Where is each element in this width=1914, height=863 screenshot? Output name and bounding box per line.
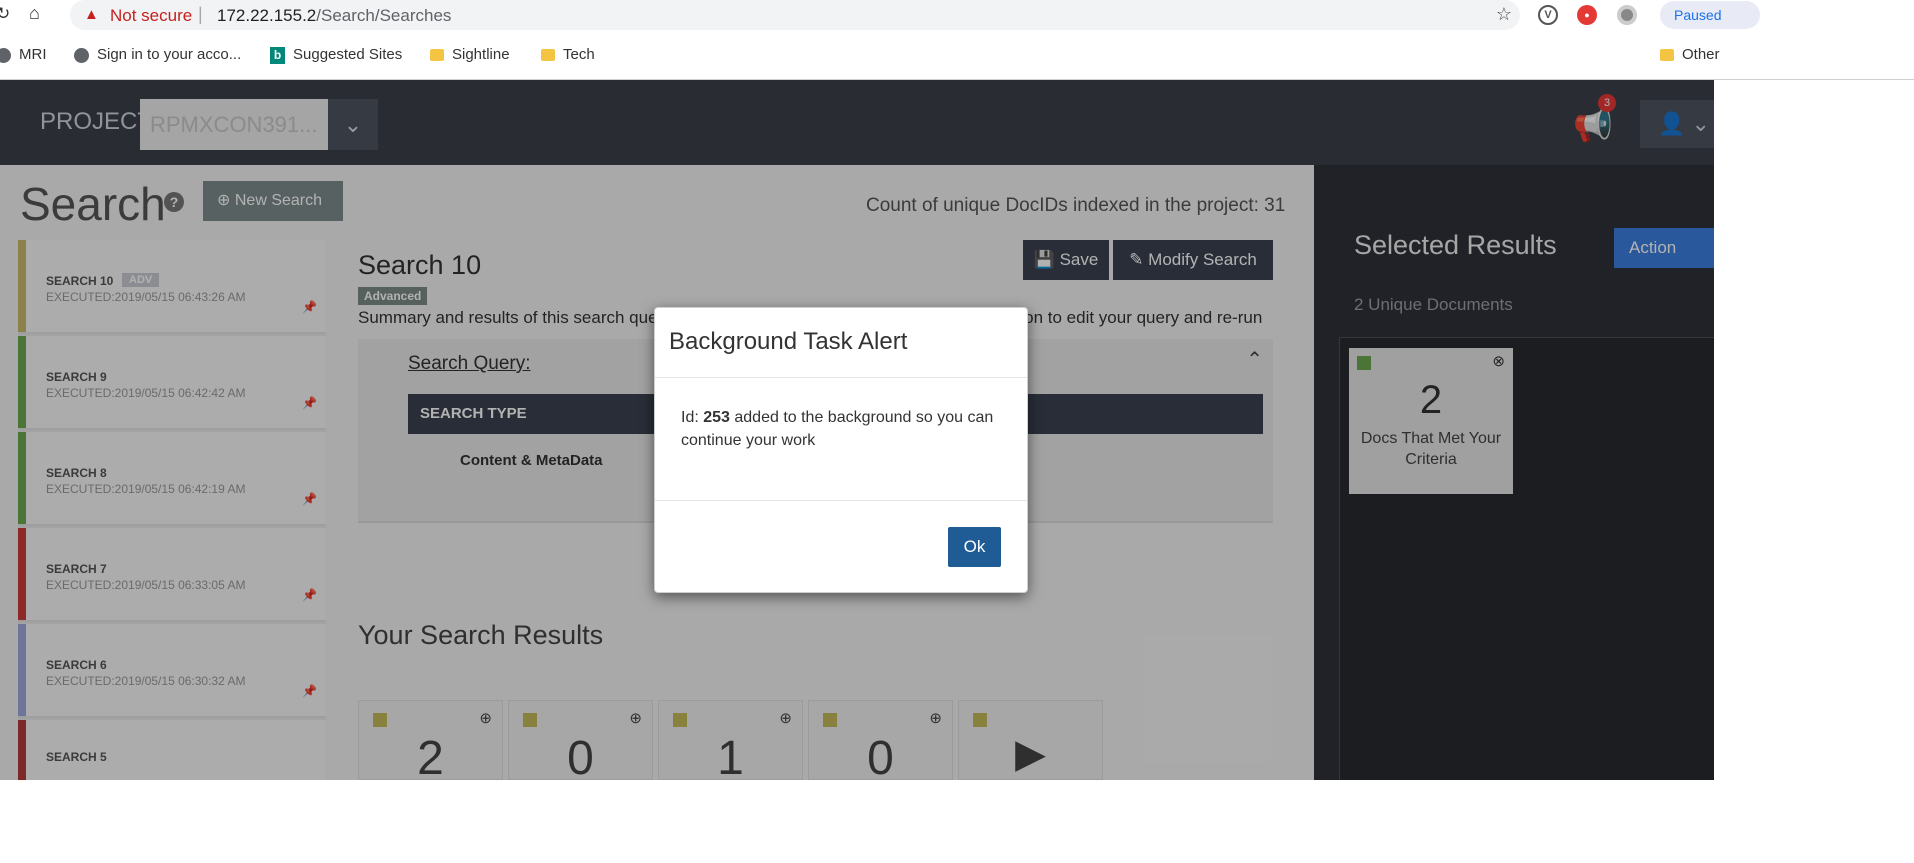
bookmark-label: MRI — [19, 46, 47, 63]
address-row: ↻ ⌂ ▲ Not secure | 172.22.155.2/Search/S… — [0, 0, 1914, 30]
globe-icon — [74, 47, 89, 63]
home-icon[interactable]: ⌂ — [29, 3, 40, 24]
bookmark-label: Sign in to your acco... — [97, 46, 242, 63]
modal-title: Background Task Alert — [669, 328, 908, 355]
folder-icon — [541, 49, 555, 62]
url-path: /Search/Searches — [316, 6, 452, 25]
modal-body-prefix: Id: — [681, 409, 704, 426]
bookmark-label: Other — [1682, 46, 1720, 63]
extension-circle-icon[interactable] — [1617, 5, 1637, 25]
task-id: 253 — [703, 409, 730, 426]
separator: | — [198, 4, 203, 24]
folder-icon — [1660, 49, 1674, 62]
bookmark-label: Sightline — [452, 46, 510, 63]
browser-chrome: ↻ ⌂ ▲ Not secure | 172.22.155.2/Search/S… — [0, 0, 1914, 80]
bing-icon: b — [270, 46, 285, 64]
bookmark-star-icon[interactable]: ☆ — [1496, 4, 1512, 25]
bookmark-other[interactable]: Other — [1660, 46, 1720, 63]
bookmark-tech[interactable]: Tech — [541, 46, 595, 63]
bookmark-mri[interactable]: MRI — [0, 46, 47, 63]
profile-button[interactable]: Paused — [1660, 1, 1760, 29]
bookmark-label: Suggested Sites — [293, 46, 403, 63]
folder-icon — [430, 49, 444, 62]
modal-header: Background Task Alert — [655, 308, 1027, 378]
bookmark-sign-in[interactable]: Sign in to your acco... — [74, 46, 241, 63]
ok-button[interactable]: Ok — [948, 527, 1001, 567]
background-task-alert: Background Task Alert Id: 253 added to t… — [654, 307, 1028, 593]
url-host: 172.22.155.2 — [217, 6, 317, 25]
security-label[interactable]: Not secure — [110, 6, 192, 26]
globe-icon — [0, 47, 11, 63]
address-bar[interactable]: ▲ Not secure | 172.22.155.2/Search/Searc… — [70, 0, 1520, 30]
modal-body: Id: 253 added to the background so you c… — [681, 406, 1011, 452]
extension-v-icon[interactable]: V — [1538, 5, 1558, 25]
bookmark-label: Tech — [563, 46, 595, 63]
modal-footer-divider — [655, 500, 1027, 501]
bookmark-sightline[interactable]: Sightline — [430, 46, 510, 63]
bookmark-suggested-sites[interactable]: b Suggested Sites — [270, 46, 402, 64]
extension-red-icon[interactable]: ● — [1577, 5, 1597, 25]
bookmarks-bar: MRI Sign in to your acco... b Suggested S… — [0, 40, 1914, 70]
url-text[interactable]: 172.22.155.2/Search/Searches — [217, 6, 451, 26]
reload-icon[interactable]: ↻ — [0, 4, 10, 24]
warning-icon: ▲ — [84, 6, 99, 23]
